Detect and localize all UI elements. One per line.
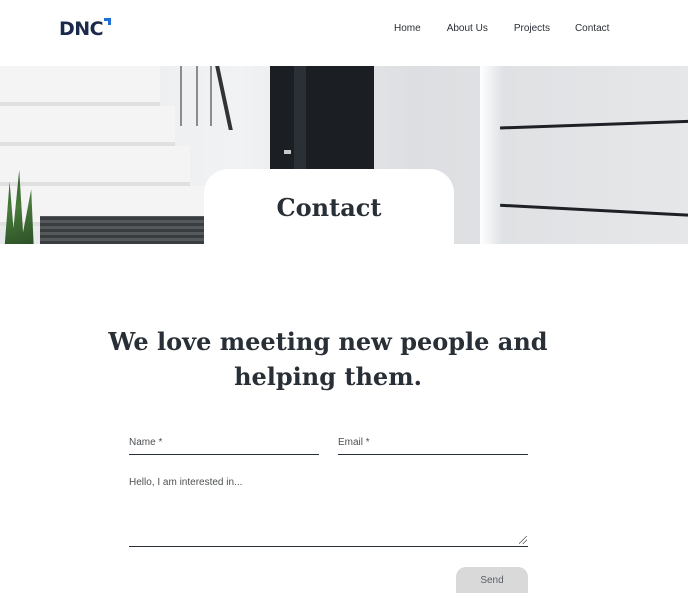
email-field-wrapper	[338, 432, 528, 455]
contact-heading: We love meeting new people and helping t…	[0, 324, 656, 394]
contact-heading-line: helping them.	[234, 362, 422, 391]
name-input[interactable]	[129, 433, 319, 452]
hero-image-rail	[210, 66, 212, 126]
hero-image-handrail	[215, 66, 233, 130]
email-input[interactable]	[338, 433, 528, 452]
logo[interactable]: DNC	[59, 17, 112, 41]
hero-image-stair	[0, 106, 175, 146]
hero-image-light-strip	[480, 66, 502, 244]
nav-contact[interactable]: Contact	[575, 22, 609, 36]
hero-image-stair	[0, 146, 190, 186]
resize-handle-icon[interactable]	[519, 536, 527, 544]
logo-corner-icon	[104, 18, 112, 25]
page-title: Contact	[276, 193, 382, 222]
main-nav: Home About Us Projects Contact	[394, 22, 609, 36]
send-button[interactable]: Send	[456, 567, 528, 593]
contact-heading-line: We love meeting new people and	[108, 327, 548, 356]
nav-home[interactable]: Home	[394, 22, 421, 36]
hero-image-rail	[196, 66, 198, 126]
message-textarea[interactable]	[129, 475, 528, 545]
logo-text: DNC	[59, 18, 104, 40]
hero-image-rail	[180, 66, 182, 126]
hero-image-wall-groove	[500, 119, 688, 130]
hero-image-door-handle	[284, 150, 291, 154]
site-header: DNC Home About Us Projects Contact	[0, 0, 688, 66]
hero-title-card: Contact	[204, 169, 454, 244]
hero-image-stone-wall	[40, 216, 205, 244]
nav-projects[interactable]: Projects	[514, 22, 550, 36]
nav-about-us[interactable]: About Us	[447, 22, 488, 36]
hero-image-wall-groove	[500, 203, 688, 218]
hero-image-stair	[0, 66, 160, 106]
message-field-wrapper	[129, 475, 528, 547]
name-field-wrapper	[129, 432, 319, 455]
